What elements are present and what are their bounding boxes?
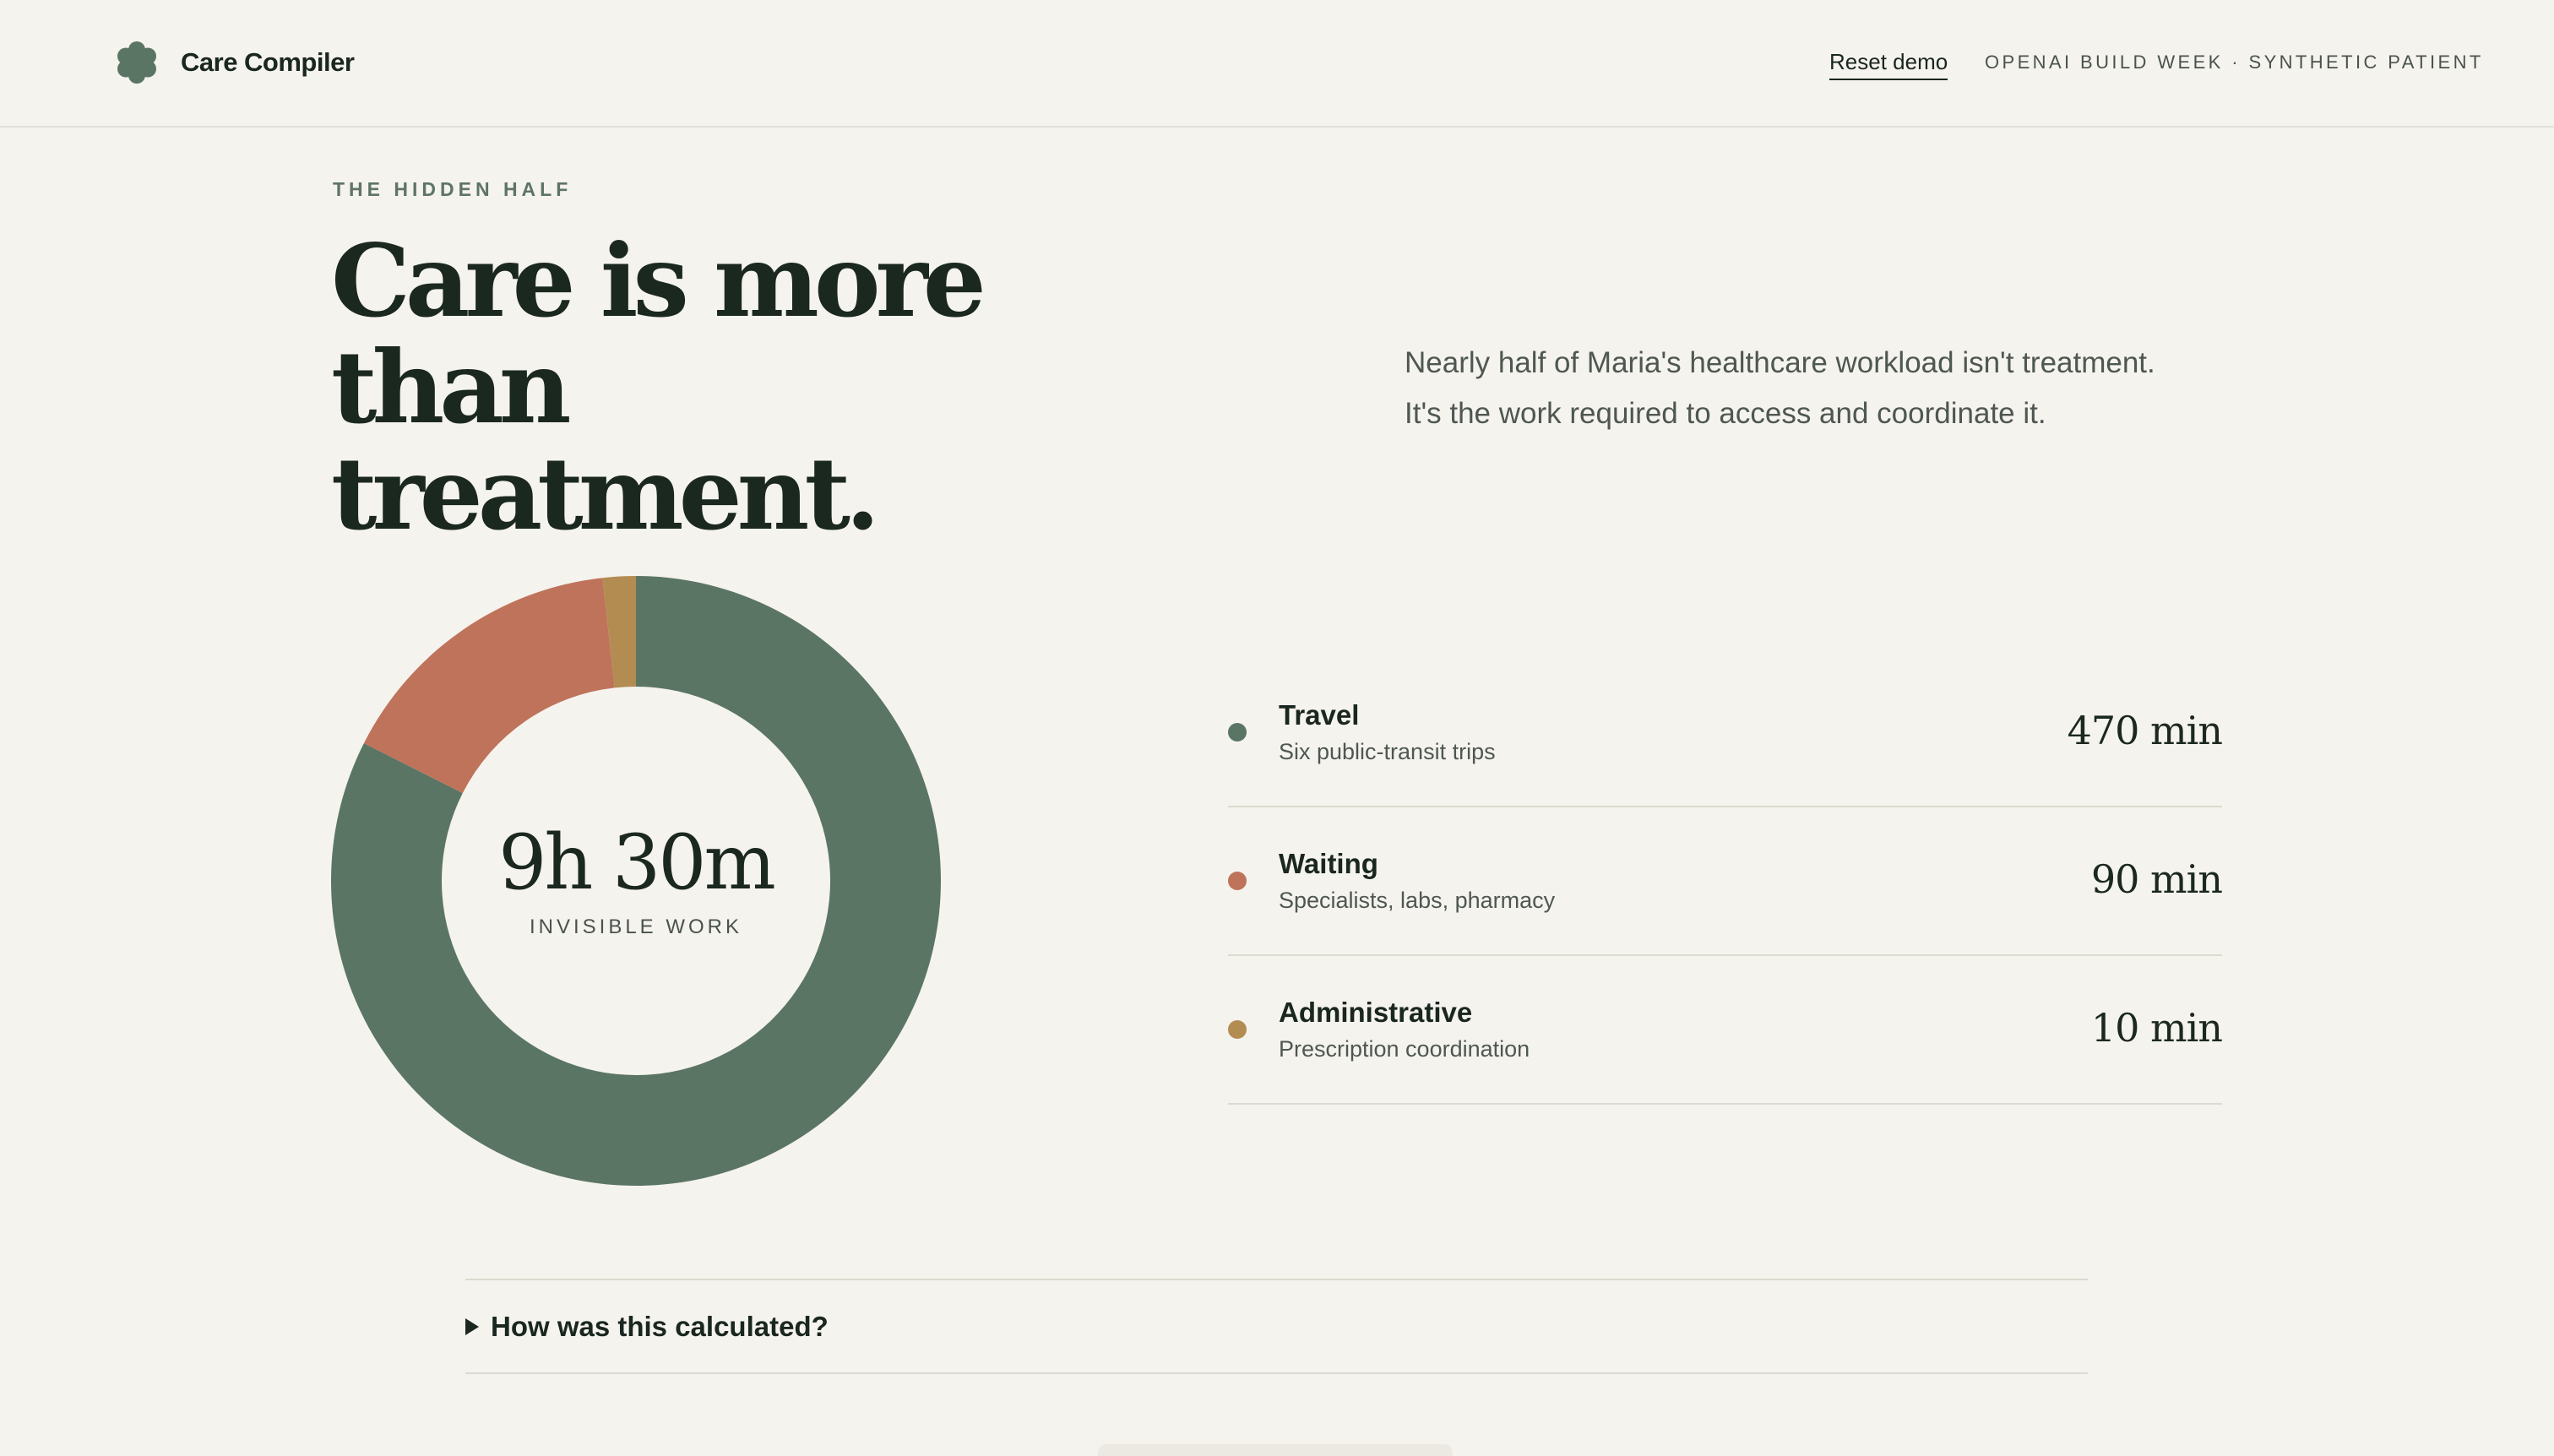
intro-text: Nearly half of Maria's healthcare worklo… [1405, 338, 2249, 439]
legend-name: Travel [1279, 699, 1360, 731]
caret-right-icon [465, 1317, 479, 1335]
legend-dot-icon [1228, 1020, 1247, 1039]
headline-line-2: than treatment. [331, 329, 880, 552]
legend-row-waiting: Waiting Specialists, labs, pharmacy 90 m… [1228, 807, 2223, 956]
legend-name: Administrative [1279, 997, 1473, 1028]
section-eyebrow: THE HIDDEN HALF [333, 178, 573, 200]
legend-dot-icon [1228, 872, 1247, 890]
intro-line-2: It's the work required to access and coo… [1405, 397, 2046, 430]
flower-logo-icon [117, 41, 156, 84]
donut-center-label: INVISIBLE WORK [529, 915, 743, 938]
donut-center-value: 9h 30m [498, 818, 776, 907]
donut-slice-waiting [363, 578, 615, 794]
legend-description: Prescription coordination [1279, 1036, 1530, 1062]
intro-line-1: Nearly half of Maria's healthcare worklo… [1405, 346, 2155, 379]
legend-value: 90 min [2090, 856, 2223, 902]
brand[interactable]: Care Compiler [117, 41, 355, 84]
legend-description: Specialists, labs, pharmacy [1279, 888, 1556, 913]
top-bar: Care Compiler Reset demo OPENAI BUILD WE… [0, 0, 2554, 128]
page-headline: Care is more than treatment. [331, 228, 1091, 547]
legend-dot-icon [1228, 723, 1247, 742]
calculation-details-toggle[interactable]: How was this calculated? [465, 1279, 2088, 1374]
legend-value: 470 min [2067, 708, 2223, 753]
event-label: OPENAI BUILD WEEK · SYNTHETIC PATIENT [1985, 52, 2484, 73]
legend-row-travel: Travel Six public-transit trips 470 min [1228, 659, 2223, 807]
legend-name: Waiting [1279, 848, 1378, 879]
headline-line-1: Care is more [331, 222, 986, 340]
details-summary-label: How was this calculated? [491, 1310, 829, 1342]
chart-legend: Travel Six public-transit trips 470 min … [1228, 659, 2223, 1105]
donut-chart: 9h 30m INVISIBLE WORK [331, 576, 941, 1186]
legend-value: 10 min [2090, 1005, 2223, 1051]
legend-description: Six public-transit trips [1279, 739, 1496, 764]
legend-row-administrative: Administrative Prescription coordination… [1228, 956, 2223, 1105]
reset-demo-link[interactable]: Reset demo [1829, 49, 1948, 80]
brand-name: Care Compiler [181, 47, 355, 77]
